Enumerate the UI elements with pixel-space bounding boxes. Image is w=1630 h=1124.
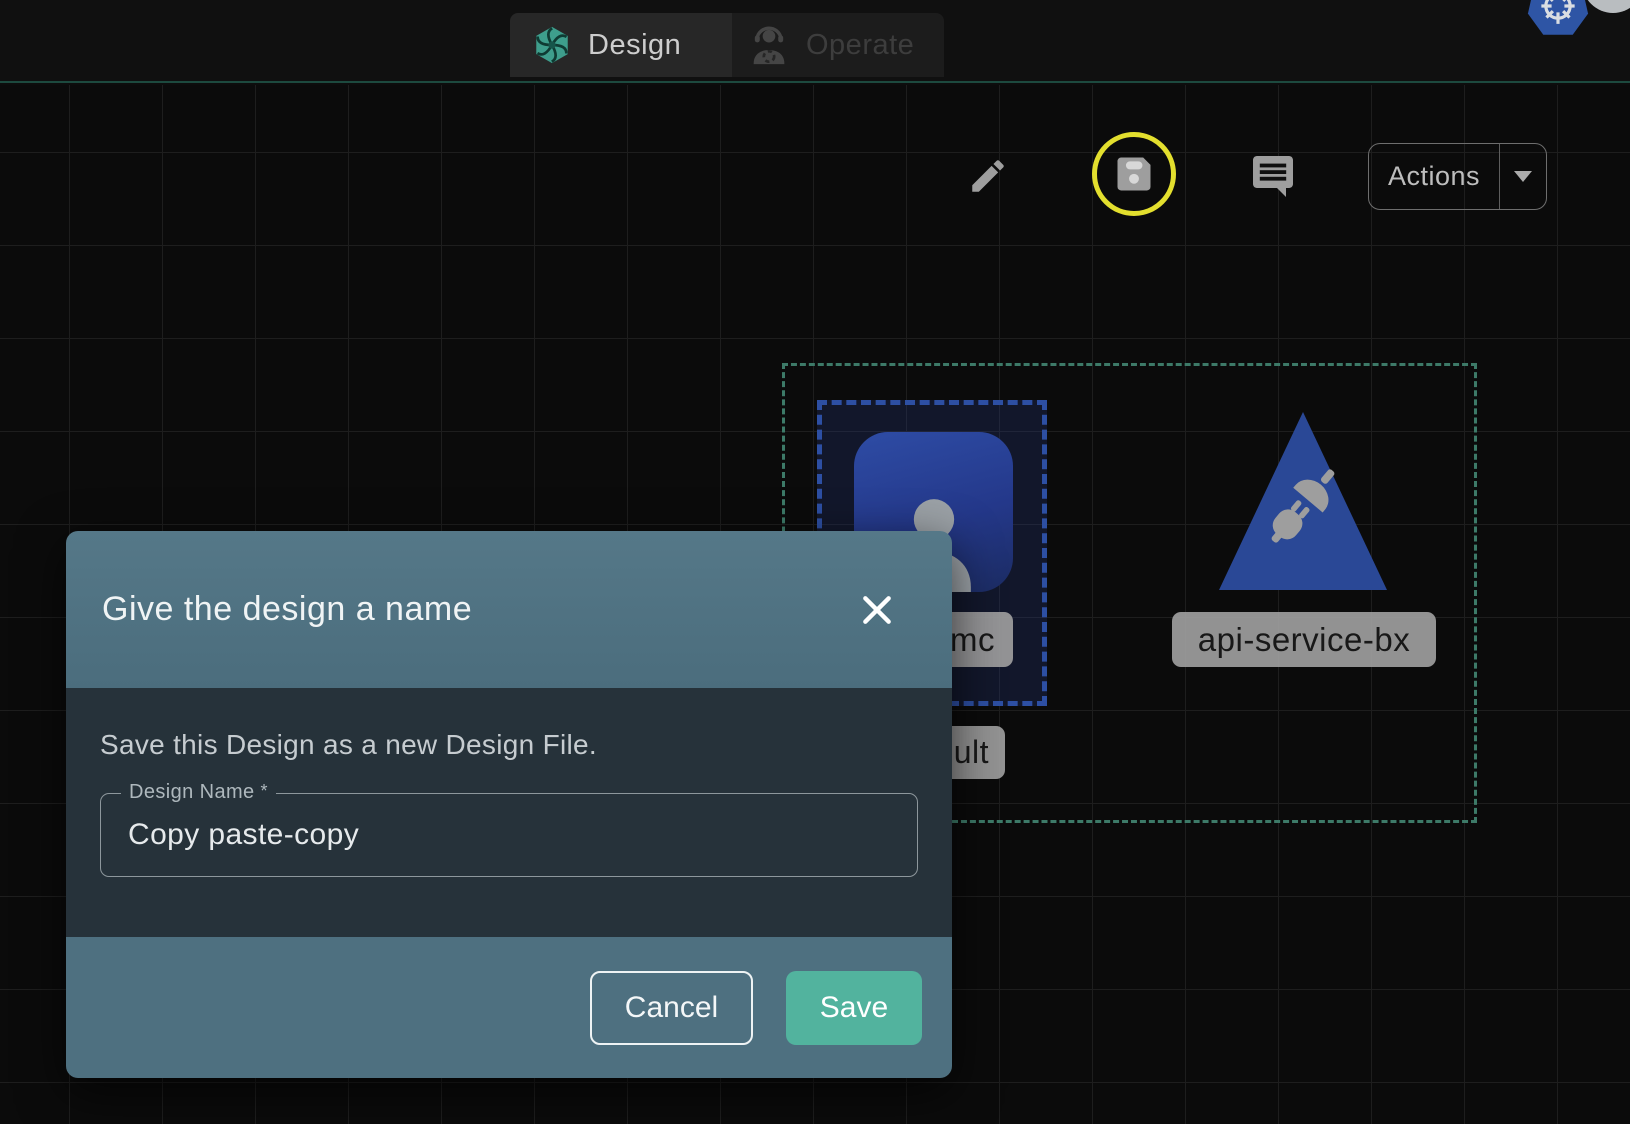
- chevron-down-icon: [1514, 171, 1532, 182]
- design-name-field-label: Design Name *: [121, 781, 276, 804]
- kubernetes-context-icon[interactable]: [1526, 0, 1590, 38]
- modal-footer: Cancel Save: [66, 937, 952, 1078]
- comment-icon: [1249, 152, 1297, 200]
- modal-title: Give the design a name: [102, 590, 472, 629]
- design-name-field[interactable]: Design Name * Copy paste-copy: [100, 793, 918, 877]
- operator-headset-icon: [746, 22, 792, 68]
- cancel-button[interactable]: Cancel: [590, 971, 753, 1045]
- api-service-node-label[interactable]: api-service-bx: [1172, 612, 1436, 667]
- modal-body: Save this Design as a new Design File. D…: [66, 688, 952, 937]
- app-window: Design Operate: [0, 0, 1630, 1124]
- field-label-text: Design Name: [129, 781, 255, 803]
- api-service-node[interactable]: [1219, 412, 1387, 590]
- save-button-highlighted[interactable]: [1092, 132, 1176, 216]
- comment-button[interactable]: [1246, 149, 1300, 203]
- save-design-modal: Give the design a name Save this Design …: [66, 531, 952, 1078]
- tab-design[interactable]: Design: [510, 13, 732, 77]
- edit-button[interactable]: [960, 148, 1016, 204]
- top-navigation-bar: Design Operate: [0, 0, 1630, 83]
- tab-design-label: Design: [588, 29, 681, 62]
- modal-description: Save this Design as a new Design File.: [100, 688, 918, 761]
- tab-operate[interactable]: Operate: [732, 13, 944, 77]
- actions-split-button[interactable]: Actions: [1368, 143, 1547, 210]
- pencil-icon: [967, 155, 1009, 197]
- actions-dropdown-toggle[interactable]: [1500, 144, 1546, 209]
- save-icon: [1112, 152, 1156, 196]
- close-button[interactable]: [854, 587, 900, 633]
- design-name-input-value[interactable]: Copy paste-copy: [101, 818, 359, 852]
- required-asterisk: *: [261, 781, 268, 801]
- actions-button-label[interactable]: Actions: [1369, 144, 1499, 209]
- mode-tab-strip: Design Operate: [510, 13, 944, 77]
- tab-operate-label: Operate: [806, 29, 914, 62]
- save-confirm-button[interactable]: Save: [786, 971, 922, 1045]
- meshery-logo-icon: [532, 25, 572, 65]
- modal-header: Give the design a name: [66, 531, 952, 688]
